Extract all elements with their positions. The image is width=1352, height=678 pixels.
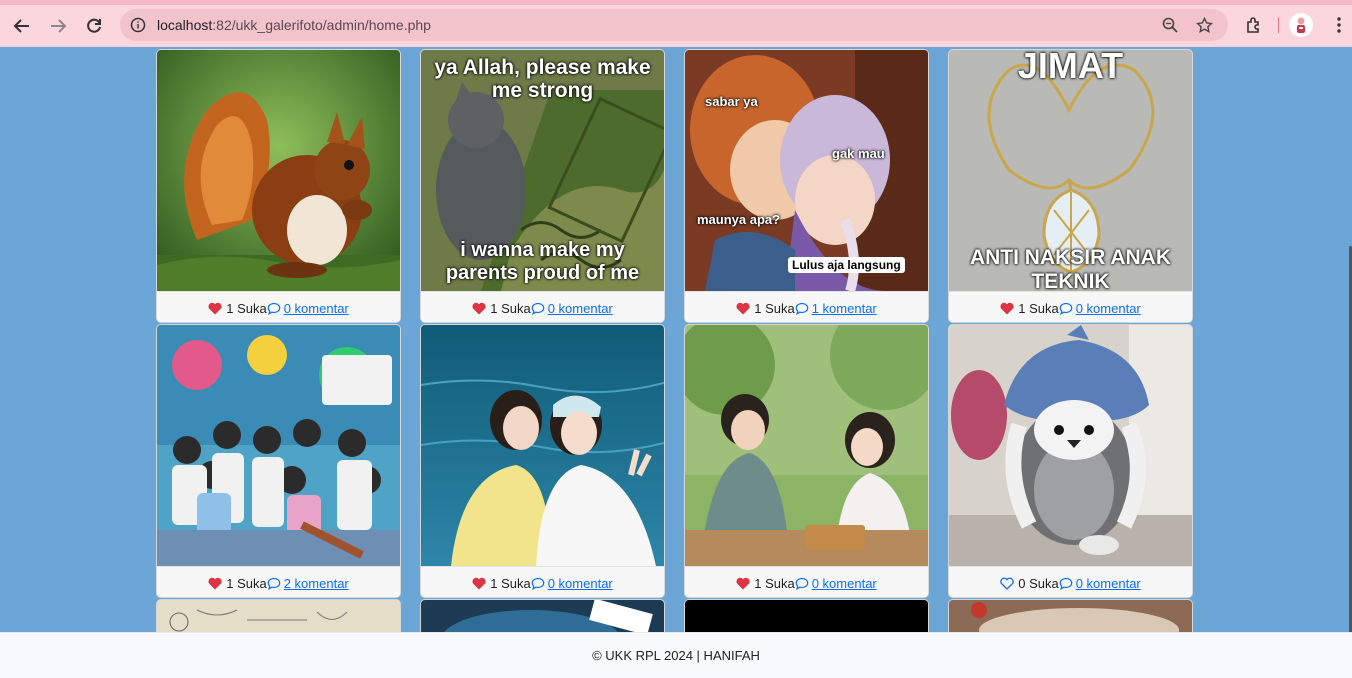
arrow-left-icon — [13, 19, 29, 33]
url-host: localhost — [157, 17, 213, 33]
card-footer: 1 Suka 2 komentar — [157, 566, 400, 597]
zoom-icon[interactable] — [1160, 15, 1180, 35]
heart-filled-icon[interactable] — [1000, 302, 1014, 315]
reload-icon — [87, 18, 101, 33]
reload-button[interactable] — [78, 10, 110, 42]
footer-text: © UKK RPL 2024 | HANIFAH — [592, 648, 760, 663]
url-path: :82/ukk_galerifoto/admin/home.php — [212, 17, 431, 33]
comment-count: 0 komentar — [1075, 575, 1141, 591]
browser-toolbar: localhost:82/ukk_galerifoto/admin/home.p… — [0, 0, 1352, 47]
heart-filled-icon[interactable] — [736, 577, 750, 590]
bookmark-star-icon[interactable] — [1194, 15, 1214, 35]
comment-count: 0 komentar — [811, 575, 877, 591]
arrow-right-icon — [51, 19, 67, 33]
heart-filled-icon[interactable] — [472, 302, 486, 315]
photo-frozen-meme[interactable]: sabar ya gak mau maunya apa? Lulus aja l… — [685, 50, 928, 291]
comment-link[interactable]: 0 komentar — [267, 301, 349, 316]
chat-bubble-icon — [795, 302, 809, 315]
card-footer: 1 Suka 0 komentar — [157, 291, 400, 322]
extensions-icon[interactable] — [1240, 11, 1268, 39]
chat-bubble-icon — [531, 302, 545, 315]
like-count: 1 Suka — [490, 300, 531, 316]
photo-two-girls-sea[interactable] — [421, 325, 664, 566]
gallery-card: 0 Suka 0 komentar — [948, 324, 1193, 598]
back-button[interactable] — [6, 10, 38, 42]
forward-button[interactable] — [42, 10, 74, 42]
heart-filled-icon[interactable] — [472, 577, 486, 590]
gallery-card-partial[interactable] — [420, 599, 665, 632]
like-count: 1 Suka — [1018, 300, 1059, 316]
like-count: 1 Suka — [490, 575, 531, 591]
comment-count: 0 komentar — [547, 575, 613, 591]
chat-bubble-icon — [267, 577, 281, 590]
gallery-card-partial[interactable] — [948, 599, 1193, 632]
toolbar-divider — [1278, 17, 1279, 33]
photo-squirrel[interactable] — [157, 50, 400, 291]
photo-couple-park[interactable] — [685, 325, 928, 566]
page-content: 1 Suka 0 komentar ya Allah, please make … — [0, 47, 1352, 632]
comment-link[interactable]: 2 komentar — [267, 576, 349, 591]
gallery-card: 1 Suka 0 komentar — [156, 49, 401, 323]
chat-bubble-icon — [531, 577, 545, 590]
meme-top-text: ya Allah, please make me strong — [434, 56, 651, 102]
card-footer: 1 Suka 0 komentar — [421, 566, 664, 597]
card-footer: 0 Suka 0 komentar — [949, 566, 1192, 597]
heart-filled-icon[interactable] — [736, 302, 750, 315]
address-bar[interactable]: localhost:82/ukk_galerifoto/admin/home.p… — [120, 9, 1228, 41]
gallery-card: 1 Suka 0 komentar — [684, 324, 929, 598]
comment-link[interactable]: 0 komentar — [795, 576, 877, 591]
meme-text-lulus: Lulus aja langsung — [788, 257, 905, 273]
more-menu-icon[interactable] — [1327, 11, 1351, 39]
photo-group-poster[interactable] — [157, 325, 400, 566]
like-count: 1 Suka — [226, 575, 267, 591]
meme-bottom-text: ANTI NAKSIR ANAK TEKNIK — [969, 246, 1172, 291]
meme-bottom-text: i wanna make my parents proud of me — [445, 239, 640, 284]
like-count: 1 Suka — [754, 300, 795, 316]
site-info-icon[interactable] — [128, 15, 148, 35]
photo-cat-praying[interactable]: ya Allah, please make me strong i wanna … — [421, 50, 664, 291]
gallery-card: 1 Suka 0 komentar — [420, 324, 665, 598]
comment-count: 2 komentar — [283, 575, 349, 591]
heart-filled-icon[interactable] — [208, 577, 222, 590]
page-footer: © UKK RPL 2024 | HANIFAH — [0, 632, 1352, 678]
like-count: 1 Suka — [754, 575, 795, 591]
heart-filled-icon[interactable] — [208, 302, 222, 315]
card-footer: 1 Suka 0 komentar — [685, 566, 928, 597]
meme-text-maunya: maunya apa? — [697, 212, 781, 227]
meme-top-text: JIMAT — [1017, 50, 1124, 86]
photo-jimat-pendant[interactable]: JIMAT ANTI NAKSIR ANAK TEKNIK — [949, 50, 1192, 291]
comment-count: 0 komentar — [547, 300, 613, 316]
photo-penguin-plush[interactable] — [949, 325, 1192, 566]
comment-link[interactable]: 1 komentar — [795, 301, 877, 316]
comment-count: 0 komentar — [283, 300, 349, 316]
gallery-card: ya Allah, please make me strong i wanna … — [420, 49, 665, 323]
chat-bubble-icon — [1059, 577, 1073, 590]
meme-text-sabar: sabar ya — [705, 94, 758, 109]
like-count: 1 Suka — [226, 300, 267, 316]
gallery-card: JIMAT ANTI NAKSIR ANAK TEKNIK 1 Suka 0 k… — [948, 49, 1193, 323]
gallery-card: sabar ya gak mau maunya apa? Lulus aja l… — [684, 49, 929, 323]
gallery-card-partial[interactable] — [156, 599, 401, 632]
comment-link[interactable]: 0 komentar — [1059, 301, 1141, 316]
comment-link[interactable]: 0 komentar — [1059, 576, 1141, 591]
card-footer: 1 Suka 0 komentar — [949, 291, 1192, 322]
gallery-card: 1 Suka 2 komentar — [156, 324, 401, 598]
comment-count: 1 komentar — [811, 300, 877, 316]
gallery-card-partial[interactable] — [684, 599, 929, 632]
card-footer: 1 Suka 0 komentar — [421, 291, 664, 322]
like-count: 0 Suka — [1018, 575, 1059, 591]
meme-text-gakmau: gak mau — [832, 146, 885, 161]
chat-bubble-icon — [1059, 302, 1073, 315]
comment-link[interactable]: 0 komentar — [531, 301, 613, 316]
profile-avatar[interactable] — [1289, 13, 1313, 37]
chat-bubble-icon — [267, 302, 281, 315]
heart-outline-icon[interactable] — [1000, 577, 1014, 590]
comment-count: 0 komentar — [1075, 300, 1141, 316]
comment-link[interactable]: 0 komentar — [531, 576, 613, 591]
chat-bubble-icon — [795, 577, 809, 590]
url-text: localhost:82/ukk_galerifoto/admin/home.p… — [157, 17, 431, 33]
card-footer: 1 Suka 1 komentar — [685, 291, 928, 322]
